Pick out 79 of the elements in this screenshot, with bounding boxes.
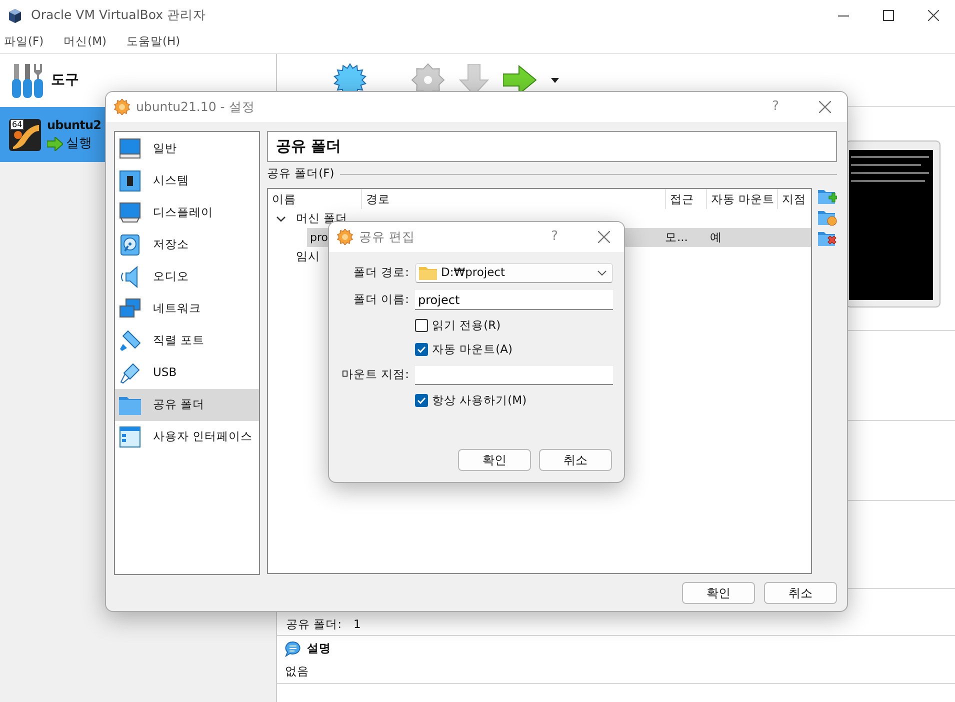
help-button[interactable]: ?	[551, 227, 558, 247]
window-icon	[119, 426, 141, 448]
category-item[interactable]: 오디오	[115, 261, 259, 293]
chip-icon	[119, 170, 141, 192]
folder-add-icon[interactable]	[818, 188, 837, 205]
category-item[interactable]: 디스플레이	[115, 197, 259, 229]
chevron-down-icon[interactable]	[597, 270, 607, 276]
vm-name: ubuntu2	[47, 116, 102, 134]
column-header[interactable]: 이름	[268, 189, 362, 209]
table-cell: pro	[310, 230, 328, 244]
field-label: 마운트 지점:	[340, 366, 409, 384]
folder-edit-icon[interactable]	[818, 209, 837, 226]
category-item[interactable]: 사용자 인터페이스	[115, 421, 259, 453]
detail-label: 공유 폴더:	[286, 616, 342, 633]
network-icon	[119, 298, 141, 320]
menu-item[interactable]: 머신(M)	[64, 33, 106, 51]
dialog-title: 공유 편집	[359, 228, 415, 246]
close-icon[interactable]	[598, 231, 610, 244]
caret-icon[interactable]	[551, 78, 559, 82]
column-header[interactable]: 자동 마운트	[707, 189, 778, 209]
connector-icon	[119, 330, 141, 352]
maximize-icon[interactable]	[883, 10, 894, 21]
tools-icon	[12, 64, 44, 98]
menu-item[interactable]: 파일(F)	[4, 33, 44, 51]
gear-icon	[114, 99, 130, 115]
chevron-down-icon[interactable]	[276, 216, 286, 222]
checkbox[interactable]	[415, 394, 428, 407]
detail-text: 없음	[285, 663, 310, 680]
page-title: 공유 폴더	[267, 131, 837, 162]
field-label: 폴더 이름:	[352, 291, 409, 308]
bit-badge: 64	[10, 118, 24, 130]
column-header[interactable]: 경로	[362, 189, 666, 209]
checkbox-label[interactable]: 읽기 전용(R)	[432, 317, 501, 334]
app-logo-icon	[7, 8, 23, 24]
table-cell-text: 예	[709, 228, 722, 246]
group-label: 공유 폴더(F)	[267, 165, 334, 182]
folder-icon	[419, 266, 437, 280]
dialog-button[interactable]: 취소	[539, 449, 612, 471]
mount-point-field[interactable]	[415, 366, 613, 384]
gear-icon	[337, 229, 353, 245]
checkbox[interactable]	[415, 319, 428, 332]
monitor-icon	[119, 202, 141, 224]
menu-item[interactable]: 도움말(H)	[126, 33, 180, 51]
category-item[interactable]: 일반	[115, 133, 259, 165]
usb-icon	[119, 362, 141, 384]
close-icon[interactable]	[819, 101, 831, 114]
category-item[interactable]: USB	[115, 357, 259, 389]
dialog-button[interactable]: 확인	[682, 582, 755, 604]
checkbox-label[interactable]: 항상 사용하기(M)	[432, 392, 527, 409]
tree-item[interactable]: 머신 폴더	[296, 210, 348, 228]
section-heading: 설명	[306, 640, 331, 657]
checkbox-label[interactable]: 자동 마운트(A)	[432, 341, 512, 358]
monitor-icon	[119, 138, 141, 160]
detail-value: 1	[354, 616, 361, 633]
close-icon[interactable]	[928, 10, 939, 21]
category-item[interactable]: 공유 폴더	[115, 389, 259, 421]
category-item[interactable]: 시스템	[115, 165, 259, 197]
arrow-icon	[47, 136, 63, 150]
folder-name-field[interactable]: project	[415, 290, 613, 310]
tools-label: 도구	[51, 71, 79, 90]
category-item[interactable]: 저장소	[115, 229, 259, 261]
checkmark-icon	[417, 346, 426, 354]
column-header[interactable]: 접근	[666, 189, 707, 209]
vm-status: 실행	[66, 134, 92, 153]
help-button[interactable]: ?	[772, 97, 779, 117]
window-title: Oracle VM VirtualBox 관리자	[31, 6, 206, 24]
table-cell-text: 모...	[665, 228, 689, 246]
field-label: 폴더 경로:	[352, 264, 409, 282]
tree-item[interactable]: 임시	[296, 248, 320, 266]
checkbox[interactable]	[415, 343, 428, 356]
folder-icon	[119, 395, 141, 415]
dialog-button[interactable]: 취소	[764, 582, 837, 604]
folder-path-dropdown[interactable]: D:₩project	[415, 263, 613, 283]
category-item[interactable]: 네트워크	[115, 293, 259, 325]
dialog-button[interactable]: 확인	[458, 449, 531, 471]
checkmark-icon	[417, 396, 426, 404]
category-item[interactable]: 직렬 포트	[115, 325, 259, 357]
speech-bubble-icon	[285, 640, 301, 657]
folder-remove-icon[interactable]	[818, 230, 837, 247]
